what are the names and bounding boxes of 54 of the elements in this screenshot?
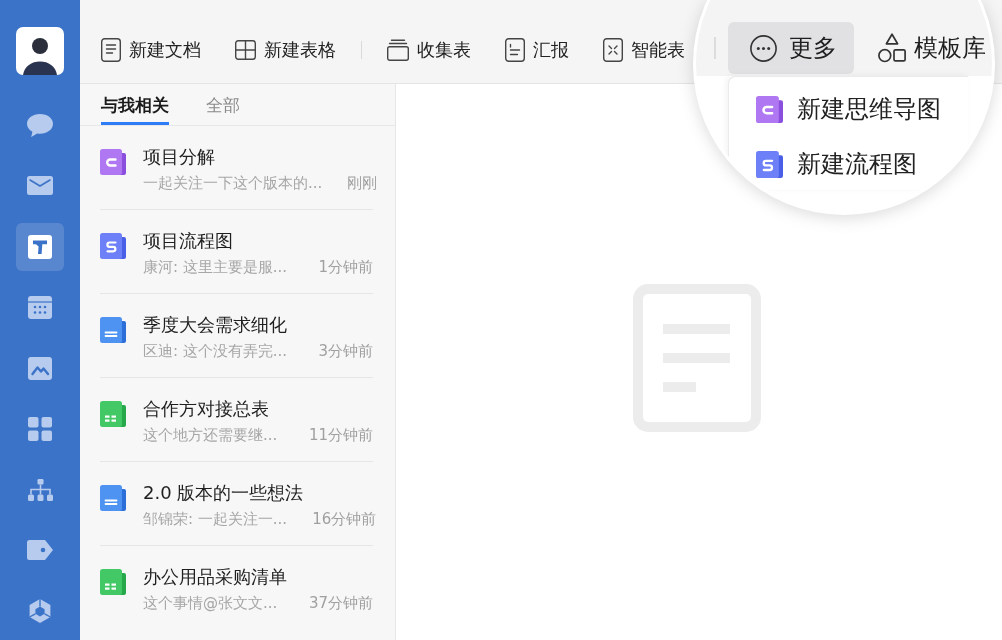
mind-map-file-icon	[756, 95, 783, 123]
table-icon	[235, 39, 256, 60]
document-title[interactable]: 项目分解	[143, 144, 378, 170]
image-icon	[28, 356, 52, 380]
message-preview: 区迪: 这个没有弄完...	[143, 341, 289, 362]
flowchart-file-icon	[100, 233, 126, 259]
spreadsheet-file-icon	[100, 569, 126, 595]
document-title[interactable]: 合作方对接总表	[143, 396, 373, 422]
spreadsheet-file-icon	[100, 401, 126, 427]
toolbar-button[interactable]: 新建文档	[101, 37, 201, 62]
document-icon	[101, 37, 121, 62]
menu-item[interactable]: 新建流程图	[756, 141, 917, 187]
timestamp: 11分钟前	[307, 425, 373, 446]
toolbar-button[interactable]: 收集表	[387, 37, 471, 62]
hexagon-logo-icon	[28, 599, 52, 623]
timestamp: 16分钟前	[311, 509, 377, 530]
template-library-button[interactable]: 模板库	[860, 22, 990, 74]
mind-map-file-icon	[100, 149, 126, 175]
user-avatar[interactable]	[16, 27, 64, 75]
tab[interactable]: 与我相关	[101, 84, 169, 125]
toolbar-button[interactable]: 智能表	[603, 37, 685, 62]
document-title[interactable]: 季度大会需求细化	[143, 312, 373, 338]
message-preview: 一起关注一下这个版本的...	[143, 173, 323, 194]
grid-icon	[28, 416, 52, 441]
toolbar-button[interactable]: 新建表格	[235, 37, 336, 62]
tag-icon	[27, 540, 53, 561]
document-title[interactable]: 2.0 版本的一些想法	[143, 480, 377, 506]
list-document-icon	[505, 37, 525, 62]
document-title[interactable]: 办公用品采购清单	[143, 564, 373, 590]
message-preview: 这个事情@张文文...	[143, 593, 279, 614]
calendar-icon	[28, 295, 52, 319]
cross-square-icon	[603, 37, 623, 62]
toolbar-button[interactable]: 汇报	[505, 37, 569, 62]
more-button[interactable]: 更多	[728, 22, 854, 74]
flowchart-file-icon	[756, 150, 783, 178]
nav-button[interactable]	[16, 222, 64, 271]
org-chart-icon	[27, 478, 53, 501]
timestamp: 37分钟前	[307, 593, 373, 614]
timestamp: 3分钟前	[317, 341, 373, 362]
envelope-icon	[27, 176, 53, 196]
tray-stack-icon	[387, 38, 409, 61]
document-title[interactable]: 项目流程图	[143, 228, 373, 254]
chat-bubble-icon	[27, 113, 53, 137]
message-preview: 康河: 这里主要是服...	[143, 257, 289, 278]
message-preview: 这个地方还需要继...	[143, 425, 279, 446]
shapes-icon	[878, 33, 906, 63]
document-file-icon	[100, 485, 126, 511]
document-file-icon	[100, 317, 126, 343]
message-preview: 邹锦荣: 一起关注一...	[143, 509, 288, 530]
timestamp: 1分钟前	[317, 257, 373, 278]
more-icon	[750, 34, 777, 62]
t-tile-icon	[28, 234, 52, 259]
menu-item[interactable]: 新建思维导图	[756, 86, 941, 132]
timestamp: 刚刚	[346, 173, 378, 194]
